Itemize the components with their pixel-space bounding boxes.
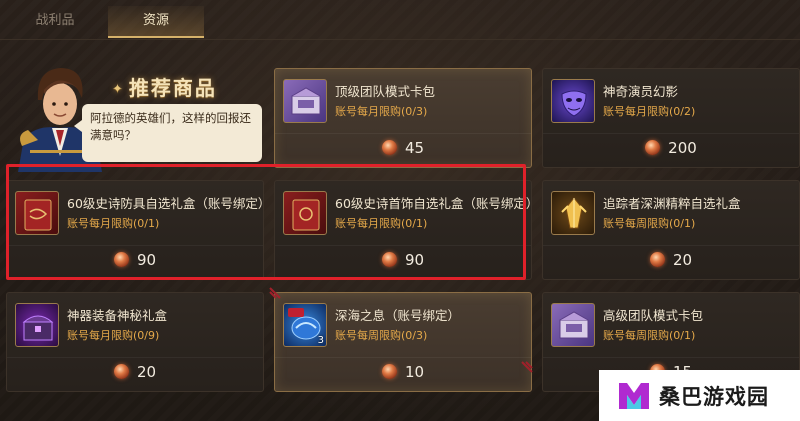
purchase-limit: 账号每月限购(0/1) — [335, 217, 428, 230]
watermark-text: 桑巴游戏园 — [659, 384, 769, 409]
item-price[interactable]: 200 — [543, 139, 799, 157]
item-price[interactable]: 10 — [275, 363, 531, 381]
price-value: 90 — [404, 251, 425, 269]
tab-loot[interactable]: 战利品 — [20, 6, 90, 38]
shop-item-card[interactable]: 60级史诗首饰自选礼盒（账号绑定） 账号每月限购(0/1) 90 — [274, 180, 538, 280]
ribbon-decoration-icon — [521, 361, 533, 373]
item-name: 60级史诗防具自选礼盒（账号绑定） — [67, 196, 271, 211]
item-name: 深海之息（账号绑定） — [335, 308, 461, 323]
promo-title-text: 推荐商品 — [128, 76, 217, 100]
tab-bar: 战利品 资源 — [0, 0, 800, 40]
promo-title: ✦ 推荐商品 — [108, 72, 217, 101]
flame-coin-icon — [645, 140, 661, 155]
item-price[interactable]: 20 — [543, 251, 799, 269]
shop-item-card[interactable]: 60级史诗防具自选礼盒（账号绑定） 账号每月限购(0/1) 90 — [6, 180, 270, 280]
flame-coin-icon — [649, 252, 665, 267]
ribbon-decoration-icon — [269, 287, 281, 299]
card-pack-box-icon — [283, 79, 327, 123]
purchase-limit: 账号每月限购(0/9) — [67, 329, 160, 342]
item-price[interactable]: 90 — [275, 251, 531, 269]
purchase-limit: 账号每月限购(0/2) — [603, 105, 696, 118]
item-name: 顶级团队模式卡包 — [335, 84, 436, 99]
speech-text: 阿拉德的英雄们，这样的回报还满意吗？ — [90, 111, 251, 142]
item-name: 追踪者深渊精粹自选礼盒 — [603, 196, 741, 211]
red-gift-book-icon — [15, 191, 59, 235]
price-value: 20 — [136, 363, 157, 381]
purple-chest-icon — [15, 303, 59, 347]
purchase-limit: 账号每月限购(0/1) — [67, 217, 160, 230]
shop-item-card[interactable]: 神器装备神秘礼盒 账号每月限购(0/9) 20 — [6, 292, 264, 392]
item-name: 神器装备神秘礼盒 — [67, 308, 168, 323]
watermark: 桑巴游戏园 — [599, 370, 800, 421]
flame-coin-icon — [381, 364, 397, 379]
purchase-limit: 账号每月限购(0/3) — [335, 105, 428, 118]
purchase-limit: 账号每周限购(0/1) — [603, 217, 696, 230]
quantity-badge: 3 — [317, 335, 324, 346]
item-name: 高级团队模式卡包 — [603, 308, 704, 323]
item-price[interactable]: 45 — [275, 139, 531, 157]
item-name: 神奇演员幻影 — [603, 84, 679, 99]
item-price[interactable]: 90 — [7, 251, 263, 269]
watermark-logo-icon — [619, 382, 649, 409]
red-gift-book-icon — [283, 191, 327, 235]
price-value: 10 — [404, 363, 425, 381]
card-pack-box-icon — [551, 303, 595, 347]
shop-item-card[interactable]: 追踪者深渊精粹自选礼盒 账号每周限购(0/1) 20 — [542, 180, 800, 280]
tab-resources[interactable]: 资源 — [108, 6, 204, 38]
purchase-limit: 账号每周限购(0/1) — [603, 329, 696, 342]
flame-coin-icon — [113, 252, 129, 267]
flame-coin-icon — [113, 364, 129, 379]
price-value: 45 — [404, 139, 425, 157]
purple-mask-icon — [551, 79, 595, 123]
golden-crystal-icon — [551, 191, 595, 235]
speech-bubble: 阿拉德的英雄们，这样的回报还满意吗？ — [74, 104, 262, 162]
item-price[interactable]: 20 — [7, 363, 263, 381]
sparkle-icon: ✦ — [112, 82, 125, 97]
price-value: 20 — [672, 251, 693, 269]
price-value: 90 — [136, 251, 157, 269]
shop-item-card[interactable]: 顶级团队模式卡包 账号每月限购(0/3) 45 — [274, 68, 532, 168]
shop-item-card[interactable]: 3 深海之息（账号绑定） 账号每周限购(0/3) 10 — [274, 292, 532, 392]
flame-coin-icon — [381, 140, 397, 155]
flame-coin-icon — [381, 252, 397, 267]
purchase-limit: 账号每周限购(0/3) — [335, 329, 428, 342]
blue-orb-icon: 3 — [283, 303, 327, 347]
shop-item-card[interactable]: 神奇演员幻影 账号每月限购(0/2) 200 — [542, 68, 800, 168]
price-value: 200 — [668, 139, 697, 157]
item-name: 60级史诗首饰自选礼盒（账号绑定） — [335, 196, 539, 211]
